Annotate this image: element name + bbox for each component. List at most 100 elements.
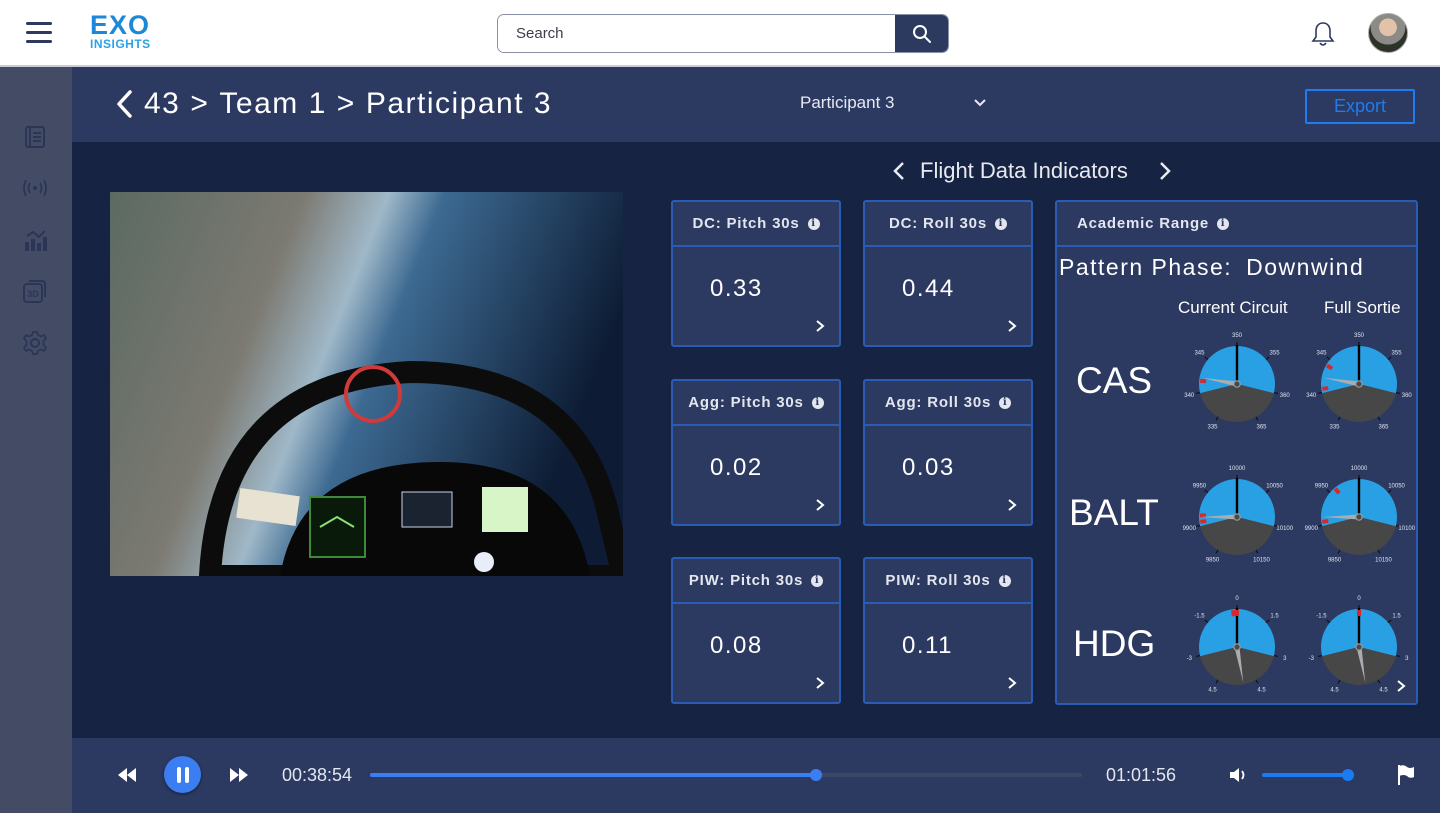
academic-range-panel: Academic Range i Pattern Phase: Downwind C…	[1055, 200, 1418, 705]
avatar[interactable]	[1368, 13, 1408, 53]
chevron-right-icon[interactable]	[1396, 679, 1406, 693]
metric-card-agg-pitch[interactable]: Agg: Pitch 30s i 0.02	[671, 379, 841, 526]
breadcrumb-item-team[interactable]: Team 1	[219, 87, 326, 121]
gauge-tick-label: 10050	[1266, 484, 1283, 490]
gauge-tick-label: 350	[1354, 333, 1365, 339]
volume-button[interactable]	[1228, 765, 1250, 785]
gauge-tick-label: 355	[1270, 351, 1281, 357]
gauge-tick-label: 345	[1316, 351, 1327, 357]
fast-forward-button[interactable]	[228, 765, 250, 785]
metric-card-dc-pitch[interactable]: DC: Pitch 30s i 0.33	[671, 200, 841, 347]
search-input[interactable]	[498, 15, 895, 52]
gauge-hdg-current: 0 1.5 3 4.5 4.5 -3 -1.5	[1187, 596, 1287, 693]
3d-icon[interactable]: 3D	[22, 278, 48, 304]
gauge-tick	[1215, 549, 1219, 554]
gauge-tick	[1265, 489, 1270, 494]
gauge-tick	[1337, 549, 1341, 554]
gauge-tick-label: 3	[1283, 656, 1287, 662]
playback-bar: 00:38:54 01:01:56	[72, 738, 1440, 813]
gauge-tick	[1326, 489, 1331, 494]
next-indicators-button[interactable]	[1158, 161, 1172, 181]
gauge-tick	[1255, 416, 1259, 421]
info-icon[interactable]: i	[811, 574, 824, 587]
metric-card-label: PIW: Roll 30s	[885, 572, 991, 589]
chevron-right-icon	[1008, 677, 1017, 689]
participant-select[interactable]: Participant 3	[800, 93, 987, 113]
gauge-tick	[1265, 356, 1270, 361]
info-icon[interactable]: i	[999, 396, 1012, 409]
gauge-tick-label: 9950	[1315, 484, 1329, 490]
gauge-tick	[1215, 416, 1219, 421]
gauge-tick-label: 4.5	[1379, 687, 1388, 693]
gauge-tick-label: 1.5	[1392, 614, 1401, 620]
gauge-cas-current: 350 355 360 365 335 340 345	[1184, 333, 1291, 430]
gauge-tick	[1387, 356, 1392, 361]
gauge-tick-label: 335	[1207, 424, 1218, 430]
gauge-hub	[1233, 643, 1241, 651]
gauge-marker	[1231, 609, 1236, 617]
broadcast-icon[interactable]	[22, 175, 48, 201]
gauge-tick	[1377, 679, 1381, 684]
info-icon[interactable]: i	[811, 396, 824, 409]
gauge-tick-label: 4.5	[1208, 687, 1217, 693]
gauge-tick	[1265, 619, 1270, 624]
metric-card-dc-roll[interactable]: DC: Roll 30s i 0.44	[863, 200, 1033, 347]
bell-icon[interactable]	[1310, 20, 1336, 48]
hamburger-menu-icon[interactable]	[26, 22, 52, 44]
chevron-down-icon	[973, 99, 986, 107]
export-button[interactable]: Export	[1305, 89, 1415, 124]
sidebar: 3D	[0, 67, 72, 813]
gauge-tick-label: 10150	[1253, 557, 1270, 563]
back-button[interactable]	[116, 89, 134, 119]
metric-card-label: PIW: Pitch 30s	[688, 572, 804, 589]
seek-slider-thumb[interactable]	[810, 769, 823, 781]
analytics-chart-icon[interactable]	[22, 227, 48, 253]
gauge-tick-label: 360	[1402, 393, 1413, 399]
flag-button[interactable]	[1396, 764, 1416, 786]
metric-card-value: 0.33	[710, 275, 763, 302]
gauge-tick-label: 10150	[1375, 557, 1392, 563]
seek-slider[interactable]	[370, 769, 1082, 781]
breadcrumb-separator: >	[190, 87, 210, 120]
metric-card-agg-roll[interactable]: Agg: Roll 30s i 0.03	[863, 379, 1033, 526]
prev-indicators-button[interactable]	[892, 161, 906, 181]
gauge-tick-label: 0	[1235, 596, 1239, 602]
gauge-tick	[1317, 391, 1323, 395]
breadcrumb-item-session[interactable]: 43	[144, 87, 180, 121]
info-icon[interactable]: i	[1217, 217, 1230, 230]
gauge-tick	[1204, 489, 1209, 494]
volume-slider-thumb[interactable]	[1342, 769, 1354, 781]
gauge-tick	[1195, 524, 1201, 528]
gauge-tick	[1395, 391, 1401, 395]
gauge-tick	[1204, 619, 1209, 624]
chevron-right-icon	[816, 320, 825, 332]
gauge-tick	[1326, 356, 1331, 361]
info-icon[interactable]: i	[807, 217, 820, 230]
metric-card-label: DC: Roll 30s	[889, 215, 987, 232]
search-button[interactable]	[895, 15, 948, 52]
rewind-button[interactable]	[116, 765, 138, 785]
metric-card-piw-pitch[interactable]: PIW: Pitch 30s i 0.08	[671, 557, 841, 704]
metric-card-value: 0.44	[902, 275, 955, 302]
gear-icon[interactable]	[22, 330, 48, 356]
indicators-nav: Flight Data Indicators	[892, 158, 1172, 184]
gauge-marker	[1325, 363, 1334, 371]
gauge-tick-label: 340	[1184, 393, 1195, 399]
metric-card-header: PIW: Roll 30s i	[865, 559, 1031, 604]
notebook-icon[interactable]	[22, 124, 48, 150]
gauge-tick-label: 335	[1329, 424, 1340, 430]
video-player[interactable]	[110, 192, 623, 576]
chevron-right-icon	[1008, 499, 1017, 511]
info-icon[interactable]: i	[998, 574, 1011, 587]
metric-card-value: 0.03	[902, 454, 955, 481]
gauge-tick	[1377, 549, 1381, 554]
chevron-left-icon	[117, 90, 132, 118]
metric-card-piw-roll[interactable]: PIW: Roll 30s i 0.11	[863, 557, 1033, 704]
info-icon[interactable]: i	[994, 217, 1007, 230]
pause-button[interactable]	[164, 756, 201, 793]
gauge-marker	[1322, 386, 1329, 391]
gauge-tick-label: 4.5	[1330, 687, 1339, 693]
logo[interactable]: EXO INSIGHTS	[90, 12, 151, 51]
gauge-tick-label: 360	[1280, 393, 1291, 399]
volume-slider[interactable]	[1262, 769, 1354, 781]
